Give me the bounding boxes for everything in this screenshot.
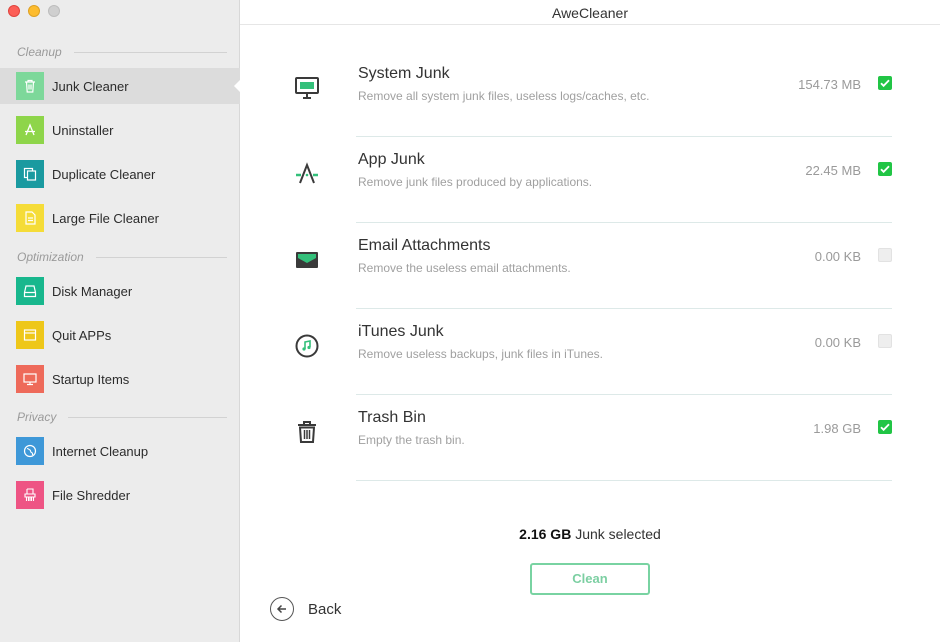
- duplicate-icon: [16, 160, 44, 188]
- section-optimization: Optimization: [17, 250, 227, 264]
- monitor-icon: [292, 73, 322, 103]
- shredder-icon: [16, 481, 44, 509]
- music-note-icon: [292, 331, 322, 361]
- row-checkbox[interactable]: [878, 248, 892, 262]
- section-label: Cleanup: [17, 45, 62, 59]
- row-description: Remove junk files produced by applicatio…: [358, 175, 593, 189]
- junk-row-email-attachments[interactable]: Email Attachments Remove the useless ema…: [280, 223, 892, 309]
- row-title: Trash Bin: [358, 409, 426, 426]
- section-divider: [73, 51, 227, 53]
- section-label: Optimization: [17, 250, 84, 264]
- row-checkbox[interactable]: [878, 162, 892, 176]
- sidebar-item-label: File Shredder: [52, 487, 131, 503]
- sidebar: Cleanup Junk Cleaner Uninstaller Duplica…: [0, 0, 241, 642]
- close-window-button[interactable]: [8, 5, 20, 17]
- window-title: AweCleaner: [240, 0, 940, 25]
- trash-icon: [16, 72, 44, 100]
- junk-row-trash-bin[interactable]: Trash Bin Empty the trash bin. 1.98 GB: [280, 395, 892, 481]
- section-label: Privacy: [17, 410, 57, 424]
- junk-summary: 2.16 GB Junk selected: [240, 526, 940, 542]
- row-title: iTunes Junk: [358, 323, 444, 340]
- junk-row-app-junk[interactable]: App Junk Remove junk files produced by a…: [280, 137, 892, 223]
- section-divider: [68, 416, 227, 418]
- monitor-icon: [16, 365, 44, 393]
- trash-icon: [292, 417, 322, 447]
- junk-total: 2.16 GB: [519, 526, 572, 542]
- row-checkbox[interactable]: [878, 334, 892, 348]
- sidebar-item-label: Disk Manager: [52, 283, 133, 299]
- app-window: Cleanup Junk Cleaner Uninstaller Duplica…: [0, 0, 940, 642]
- row-size: 0.00 KB: [814, 249, 861, 264]
- window-icon: [16, 321, 44, 349]
- row-divider: [356, 480, 892, 481]
- sidebar-item-file-shredder[interactable]: File Shredder: [0, 477, 240, 513]
- sidebar-item-duplicate-cleaner[interactable]: Duplicate Cleaner: [0, 156, 240, 192]
- sidebar-item-junk-cleaner[interactable]: Junk Cleaner: [0, 68, 241, 104]
- row-checkbox[interactable]: [878, 420, 892, 434]
- row-description: Empty the trash bin.: [358, 433, 465, 447]
- junk-row-itunes-junk[interactable]: iTunes Junk Remove useless backups, junk…: [280, 309, 892, 395]
- row-size: 1.98 GB: [813, 421, 861, 436]
- sidebar-item-startup-items[interactable]: Startup Items: [0, 361, 240, 397]
- row-size: 22.45 MB: [805, 163, 861, 178]
- back-label: Back: [308, 600, 342, 618]
- app-store-icon: [16, 116, 44, 144]
- row-description: Remove the useless email attachments.: [358, 261, 571, 275]
- globe-icon: [16, 437, 44, 465]
- row-title: Email Attachments: [358, 237, 491, 254]
- sidebar-item-label: Duplicate Cleaner: [52, 166, 156, 182]
- row-title: System Junk: [358, 65, 450, 82]
- disk-icon: [16, 277, 44, 305]
- junk-summary-label: Junk selected: [571, 526, 661, 542]
- sidebar-item-label: Startup Items: [52, 371, 130, 387]
- sidebar-item-label: Uninstaller: [52, 122, 114, 138]
- sidebar-item-quit-apps[interactable]: Quit APPs: [0, 317, 240, 353]
- arrow-left-icon: [270, 597, 294, 621]
- row-size: 154.73 MB: [798, 77, 861, 92]
- sidebar-item-label: Large File Cleaner: [52, 210, 159, 226]
- row-description: Remove all system junk files, useless lo…: [358, 89, 650, 103]
- sidebar-item-label: Junk Cleaner: [52, 78, 129, 94]
- envelope-icon: [292, 245, 322, 275]
- sidebar-item-uninstaller[interactable]: Uninstaller: [0, 112, 240, 148]
- window-controls: [8, 5, 60, 17]
- row-checkbox[interactable]: [878, 76, 892, 90]
- sidebar-item-internet-cleanup[interactable]: Internet Cleanup: [0, 433, 240, 469]
- back-button[interactable]: Back: [270, 597, 341, 621]
- document-icon: [16, 204, 44, 232]
- sidebar-item-label: Internet Cleanup: [52, 443, 149, 459]
- minimize-window-button[interactable]: [28, 5, 40, 17]
- row-description: Remove useless backups, junk files in iT…: [358, 347, 604, 361]
- app-store-icon: [292, 159, 322, 189]
- sidebar-item-disk-manager[interactable]: Disk Manager: [0, 273, 240, 309]
- sidebar-item-large-file-cleaner[interactable]: Large File Cleaner: [0, 200, 240, 236]
- zoom-window-button[interactable]: [48, 5, 60, 17]
- clean-button[interactable]: Clean: [530, 563, 650, 595]
- junk-row-system-junk[interactable]: System Junk Remove all system junk files…: [280, 51, 892, 137]
- section-divider: [95, 256, 227, 258]
- row-title: App Junk: [358, 151, 425, 168]
- section-cleanup: Cleanup: [17, 45, 227, 59]
- row-size: 0.00 KB: [814, 335, 861, 350]
- section-privacy: Privacy: [17, 410, 227, 424]
- sidebar-item-label: Quit APPs: [52, 327, 112, 343]
